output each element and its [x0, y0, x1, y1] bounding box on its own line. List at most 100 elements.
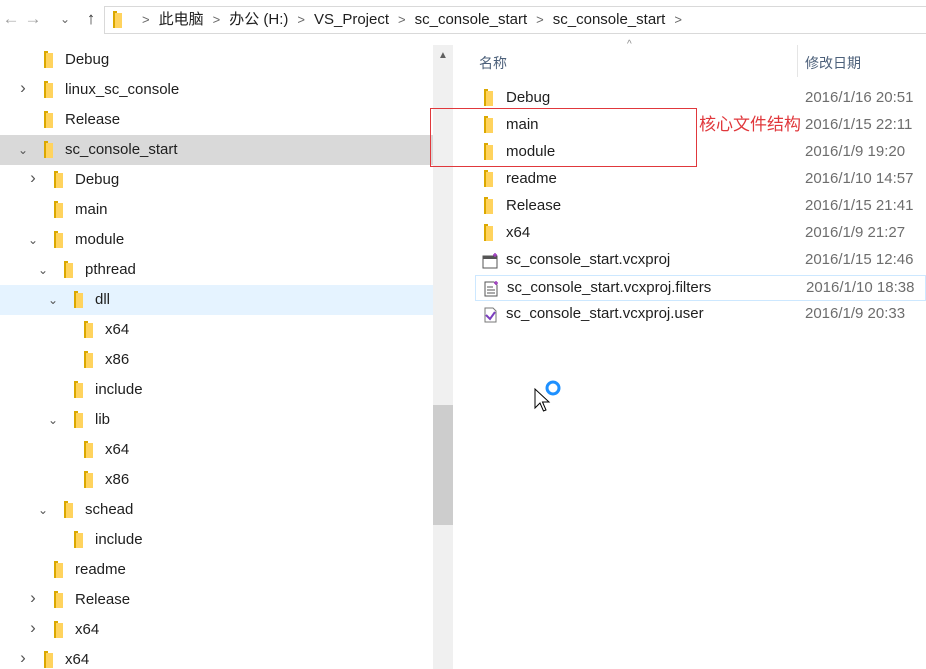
chevron-right-icon[interactable]: > — [297, 11, 305, 29]
file-row[interactable]: x64 2016/1/9 21:27 — [475, 221, 926, 247]
folder-icon — [54, 201, 63, 218]
breadcrumb[interactable]: > 此电脑 > 办公 (H:) > VS_Project > sc_consol… — [104, 6, 926, 34]
chevron-right-icon[interactable]: › — [16, 649, 30, 666]
tree-item[interactable]: Debug — [0, 45, 433, 75]
tree-item[interactable]: include — [0, 375, 433, 405]
file-modified-date: 2016/1/10 14:57 — [805, 170, 914, 187]
tree-item-label: pthread — [85, 261, 136, 278]
tree-item[interactable]: x64 — [0, 435, 433, 465]
file-name: Debug — [506, 89, 551, 106]
file-list-header: ^ 名称 修改日期 — [454, 39, 926, 77]
folder-icon — [84, 351, 93, 368]
forward-arrow-icon[interactable]: → — [22, 8, 44, 30]
folder-icon — [484, 170, 493, 187]
annotation-label: 核心文件结构 — [699, 115, 801, 135]
up-arrow-icon[interactable]: ↑ — [80, 8, 102, 30]
breadcrumb-sc-console-start[interactable]: sc_console_start — [415, 11, 528, 29]
tree-item[interactable]: main — [0, 195, 433, 225]
folder-icon — [54, 591, 63, 608]
folder-icon — [484, 224, 493, 241]
tree-item-label: readme — [75, 561, 126, 578]
tree-item-label: sc_console_start — [65, 141, 178, 158]
chevron-right-icon[interactable]: › — [16, 79, 30, 96]
chevron-right-icon[interactable]: › — [26, 589, 40, 606]
tree-item[interactable]: ⌄ sc_console_start — [0, 135, 433, 165]
file-name: x64 — [506, 224, 531, 241]
tree-item-label: include — [95, 531, 143, 548]
tree-item[interactable]: x86 — [0, 465, 433, 495]
tree-item-label: x86 — [105, 351, 130, 368]
breadcrumb-this-pc[interactable]: 此电脑 — [159, 11, 204, 29]
folder-icon — [44, 51, 53, 68]
scroll-up-icon[interactable]: ▲ — [433, 47, 453, 65]
tree-item-label: Debug — [75, 171, 120, 188]
filters-file-icon — [483, 280, 501, 302]
tree-item[interactable]: ⌄ dll — [0, 285, 433, 315]
tree-item[interactable]: ⌄ lib — [0, 405, 433, 435]
chevron-right-icon[interactable]: > — [536, 11, 544, 29]
tree-item[interactable]: ⌄ pthread — [0, 255, 433, 285]
tree-item-label: x64 — [75, 621, 100, 638]
tree-item-label: main — [75, 201, 108, 218]
folder-icon — [484, 197, 493, 214]
column-divider[interactable] — [797, 45, 798, 77]
recent-locations-chevron-icon[interactable]: ⌄ — [54, 8, 76, 30]
column-header-date[interactable]: 修改日期 — [805, 53, 861, 73]
folder-icon — [64, 501, 73, 518]
chevron-down-icon[interactable]: ⌄ — [46, 412, 60, 428]
chevron-right-icon[interactable]: > — [674, 11, 682, 29]
chevron-down-icon[interactable]: ⌄ — [36, 262, 50, 278]
file-modified-date: 2016/1/16 20:51 — [805, 89, 914, 106]
folder-icon — [64, 261, 73, 278]
scrollbar-thumb[interactable] — [433, 405, 453, 525]
chevron-right-icon[interactable]: › — [26, 619, 40, 636]
tree-item[interactable]: ⌄ schead — [0, 495, 433, 525]
chevron-down-icon[interactable]: ⌄ — [16, 142, 30, 158]
chevron-right-icon[interactable]: > — [398, 11, 406, 29]
folder-icon — [44, 81, 53, 98]
folder-icon — [44, 651, 53, 668]
file-row[interactable]: sc_console_start.vcxproj.user 2016/1/9 20… — [475, 302, 926, 328]
folder-icon — [84, 471, 93, 488]
file-modified-date: 2016/1/15 12:46 — [805, 251, 914, 268]
tree-item[interactable]: include — [0, 525, 433, 555]
folder-icon — [54, 231, 63, 248]
chevron-down-icon[interactable]: ⌄ — [26, 232, 40, 248]
tree-item[interactable]: › linux_sc_console — [0, 75, 433, 105]
tree-item[interactable]: › Debug — [0, 165, 433, 195]
file-row[interactable]: readme 2016/1/10 14:57 — [475, 167, 926, 193]
file-name: readme — [506, 170, 557, 187]
address-bar: ← → ⌄ ↑ > 此电脑 > 办公 (H:) > VS_Project > s… — [0, 0, 926, 40]
folder-icon — [44, 141, 53, 158]
tree-item[interactable]: › x64 — [0, 645, 433, 669]
file-row[interactable]: sc_console_start.vcxproj 2016/1/15 12:46 — [475, 248, 926, 274]
folder-icon — [74, 531, 83, 548]
tree-item[interactable]: › x64 — [0, 615, 433, 645]
tree-item-label: dll — [95, 291, 111, 308]
tree-item[interactable]: x64 — [0, 315, 433, 345]
file-name: sc_console_start.vcxproj.user — [506, 305, 704, 322]
breadcrumb-sc-console-start-inner[interactable]: sc_console_start — [553, 11, 666, 29]
chevron-down-icon[interactable]: ⌄ — [36, 502, 50, 518]
chevron-right-icon[interactable]: > — [142, 11, 150, 29]
chevron-down-icon[interactable]: ⌄ — [46, 292, 60, 308]
tree-item[interactable]: readme — [0, 555, 433, 585]
tree-item[interactable]: Release — [0, 105, 433, 135]
file-modified-date: 2016/1/15 22:11 — [805, 116, 913, 133]
chevron-right-icon[interactable]: > — [213, 11, 221, 29]
breadcrumb-vs-project[interactable]: VS_Project — [314, 11, 389, 29]
file-row[interactable]: sc_console_start.vcxproj.filters 2016/1/1… — [475, 275, 926, 301]
column-header-name[interactable]: 名称 — [479, 53, 507, 73]
tree-item[interactable]: x86 — [0, 345, 433, 375]
tree-item[interactable]: ⌄ module — [0, 225, 433, 255]
chevron-right-icon[interactable]: › — [26, 169, 40, 186]
tree-item-label: schead — [85, 501, 134, 518]
tree-item-label: x64 — [105, 321, 130, 338]
breadcrumb-drive[interactable]: 办公 (H:) — [229, 11, 288, 29]
back-arrow-icon[interactable]: ← — [0, 8, 22, 30]
folder-icon — [54, 561, 63, 578]
folder-icon — [54, 171, 63, 188]
tree-item-label: include — [95, 381, 143, 398]
tree-item[interactable]: › Release — [0, 585, 433, 615]
file-row[interactable]: Release 2016/1/15 21:41 — [475, 194, 926, 220]
